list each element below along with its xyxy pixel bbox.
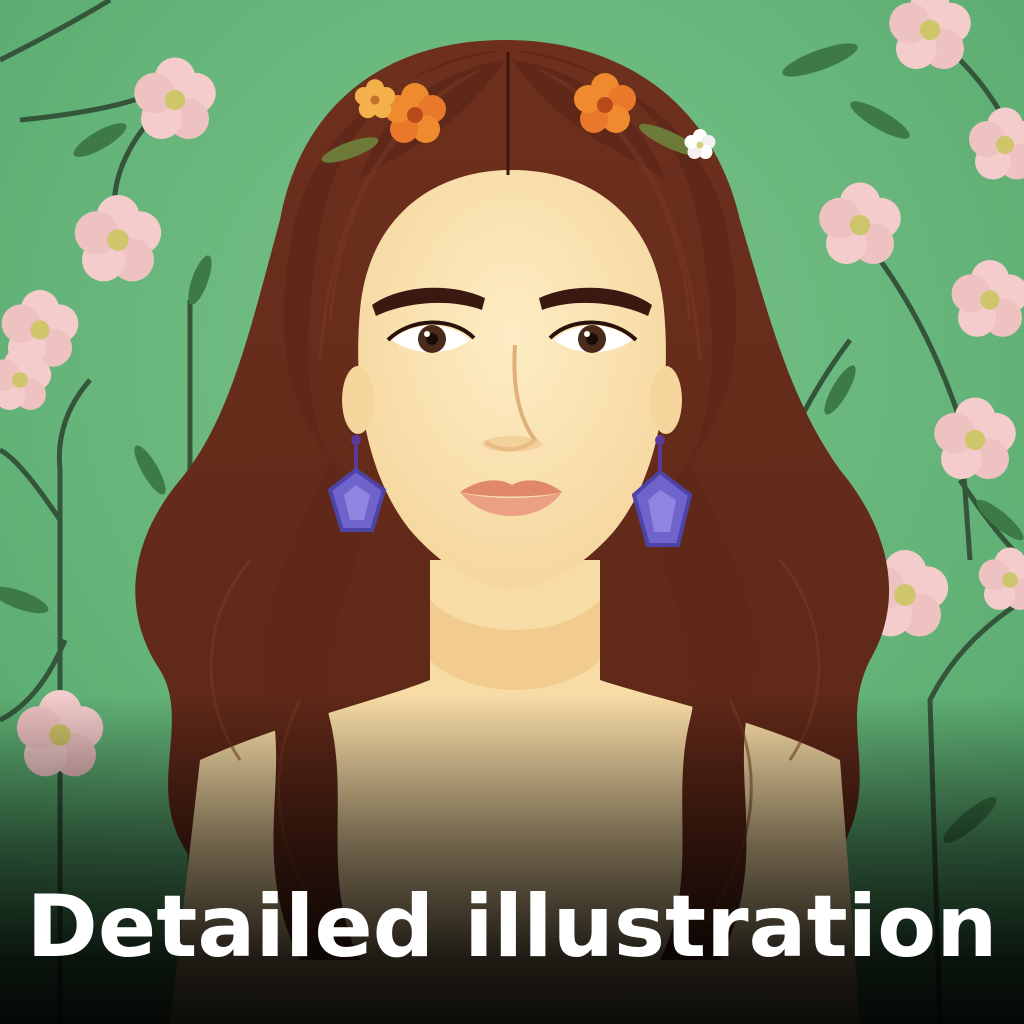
portrait-illustration xyxy=(0,0,1024,1024)
right-ear xyxy=(650,366,682,434)
illustration-card: Detailed illustration xyxy=(0,0,1024,1024)
left-ear xyxy=(342,366,374,434)
caption-text: Detailed illustration xyxy=(26,877,998,977)
